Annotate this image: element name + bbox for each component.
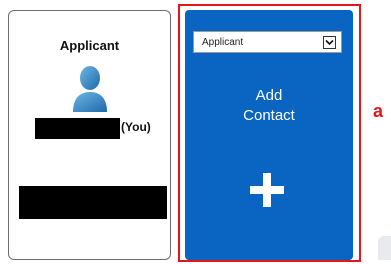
role-select-value: Applicant [202,36,244,48]
add-contact-card[interactable]: Applicant Add Contact [185,10,353,260]
person-avatar-icon [73,66,107,112]
you-label: (You) [121,120,151,134]
annotation-label: a [373,101,384,121]
add-contact-label-line1: Add [255,87,283,104]
add-contact-label-line2: Contact [243,107,295,124]
add-contact-label[interactable]: Add Contact [185,86,353,126]
applicant-card[interactable]: Applicant (You) [8,10,171,260]
redacted-applicant-name [35,118,120,139]
role-select[interactable]: Applicant [193,31,342,53]
contact-cards-area: Applicant (You) Applicant Add Contact a [0,0,391,264]
chevron-down-icon[interactable] [323,35,336,49]
redacted-applicant-details [19,186,167,219]
plus-icon[interactable] [250,173,284,207]
partial-card-edge [378,236,391,260]
applicant-card-title: Applicant [59,38,120,53]
